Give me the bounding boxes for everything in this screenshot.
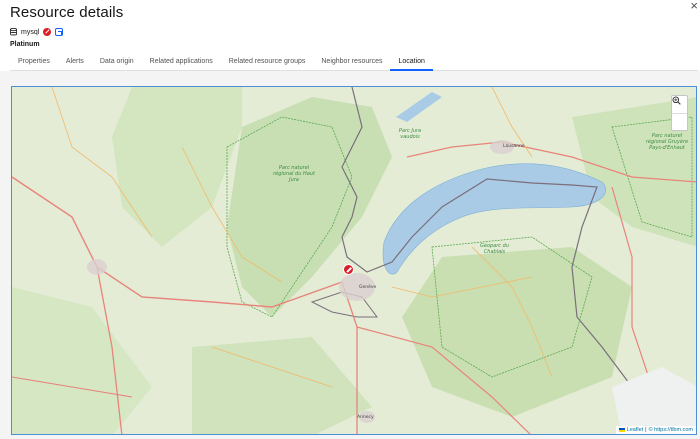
critical-status-icon [43,28,52,36]
resource-meta: mysql [10,26,64,38]
place-geneve: Genève [359,285,377,290]
tab-alerts[interactable]: Alerts [57,56,92,71]
launch-icon[interactable] [55,28,64,36]
park-label-haut-jura: Parc naturel régional du Haut Jura [273,165,315,183]
place-annecy: Annecy [357,415,374,420]
close-icon[interactable]: × [690,0,698,12]
place-lausanne: Lausanne [503,144,525,149]
zoom-out-icon [672,96,681,105]
tile-attribution-link[interactable]: © https://tlbm.com [649,427,693,433]
zoom-out-button[interactable] [672,96,687,130]
leaflet-flag-icon [618,428,625,432]
map-tiles [12,87,696,434]
park-label-gruyere: Parc naturel régional Gruyère Pays-d'Enh… [645,133,689,151]
attribution-separator: | [645,427,647,433]
zoom-control [671,95,688,131]
tab-location[interactable]: Location [390,56,433,71]
location-map[interactable]: Parc naturel régional du Haut Jura Parc … [11,86,697,435]
tab-properties[interactable]: Properties [10,56,58,71]
resource-location-marker[interactable] [343,264,354,275]
leaflet-link[interactable]: Leaflet [627,427,644,433]
resource-tier: Platinum [10,41,40,48]
tab-list: Properties Alerts Data origin Related ap… [10,56,433,71]
geoparc-label-chablais: Géoparc du Chablais [480,243,509,255]
map-attribution: Leaflet | © https://tlbm.com [615,426,696,434]
tab-related-resource-groups[interactable]: Related resource groups [220,56,314,71]
database-icon [10,28,17,36]
tab-data-origin[interactable]: Data origin [91,56,142,71]
page-title: Resource details [10,4,124,21]
park-label-jura-vaudois: Parc Jura vaudois [398,128,422,140]
tab-related-applications[interactable]: Related applications [141,56,221,71]
tab-neighbor-resources[interactable]: Neighbor resources [313,56,391,71]
resource-name: mysql [21,28,40,36]
